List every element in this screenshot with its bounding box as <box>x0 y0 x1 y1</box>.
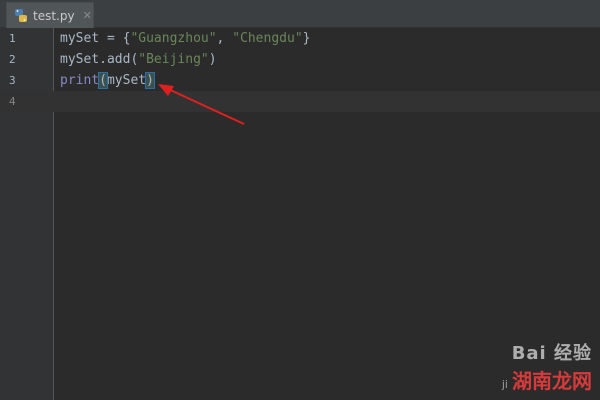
tab-test-py[interactable]: test.py ✕ <box>6 2 94 28</box>
baidu-watermark: Bai 经验 ji 湖南龙网 <box>502 339 592 394</box>
string-literal: "Chengdu" <box>232 31 303 46</box>
code-line-4[interactable] <box>54 91 600 112</box>
line-number: 1 <box>9 32 16 45</box>
python-file-icon <box>13 8 29 24</box>
watermark-logo-text: Bai 经验 <box>511 343 592 364</box>
argument: mySet <box>106 73 147 88</box>
paren-match-highlight: ) <box>145 72 155 89</box>
string-literal: "Guangzhou" <box>130 31 217 46</box>
method-name: add <box>106 52 131 67</box>
brace: } <box>302 31 311 46</box>
line-numbers: 1 2 3 4 <box>0 28 54 112</box>
line-number: 4 <box>9 95 16 108</box>
tab-filename: test.py <box>33 8 75 23</box>
paren-match-highlight: ( <box>98 72 108 89</box>
line-number: 3 <box>9 74 16 87</box>
object: mySet. <box>60 52 107 67</box>
builtin-function: print <box>60 73 100 88</box>
watermark-site-text: 湖南龙网 <box>512 369 592 393</box>
paren: ) <box>208 52 217 67</box>
code-line-2[interactable]: mySet.add("Beijing") <box>54 49 600 70</box>
line-number: 2 <box>9 53 16 66</box>
operator: = { <box>99 31 131 46</box>
watermark-small-text: ji <box>501 378 508 391</box>
editor-tab-bar: test.py ✕ <box>0 0 600 28</box>
comma: , <box>216 31 233 46</box>
code-line-1[interactable]: mySet = {"Guangzhou", "Chengdu"} <box>54 28 600 49</box>
close-tab-icon[interactable]: ✕ <box>83 9 92 22</box>
code-line-3[interactable]: print(mySet) <box>54 70 600 91</box>
variable: mySet <box>60 31 100 46</box>
string-literal: "Beijing" <box>138 52 209 67</box>
